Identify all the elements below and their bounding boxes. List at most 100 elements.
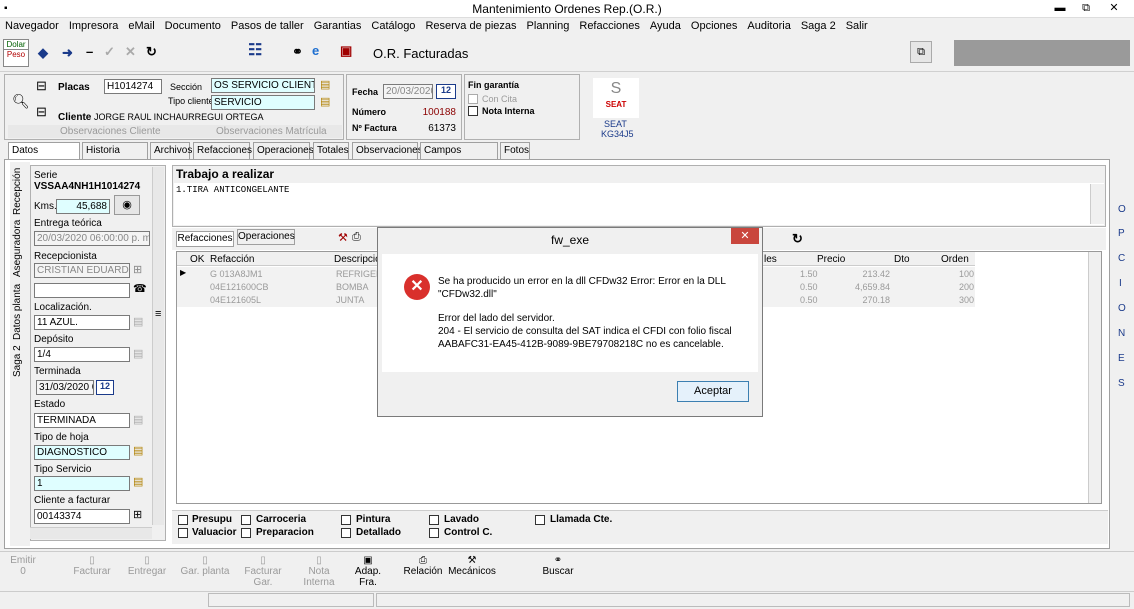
- reception-hscrollbar[interactable]: [30, 527, 152, 539]
- menu-ayuda[interactable]: Ayuda: [645, 18, 686, 35]
- odometer-icon[interactable]: ◉: [114, 195, 140, 215]
- tab-totales[interactable]: Totales: [313, 142, 349, 159]
- phone-field[interactable]: [34, 283, 130, 298]
- col-refaccion[interactable]: Refacción: [210, 254, 254, 265]
- row2-orden[interactable]: 200: [950, 282, 974, 292]
- close-button[interactable]: ✕: [1099, 0, 1129, 17]
- grid-scrollbar[interactable]: [1088, 252, 1101, 503]
- zoom-icon[interactable]: 🔍︎: [12, 93, 30, 110]
- tree-icon[interactable]: ☷: [248, 43, 262, 59]
- row3-qty[interactable]: 0.50: [800, 295, 818, 305]
- estado-lookup-icon[interactable]: ▤: [133, 413, 143, 426]
- tab-archivos[interactable]: Archivos: [150, 142, 192, 159]
- row2-qty[interactable]: 0.50: [800, 282, 818, 292]
- relacion-button[interactable]: ⎙ Relación: [402, 555, 444, 577]
- col-descripcion[interactable]: Descripció: [334, 254, 381, 265]
- fecha-field[interactable]: 20/03/2020: [383, 84, 433, 99]
- placas-field[interactable]: H1014274: [104, 79, 162, 94]
- deposito-lookup-icon[interactable]: ▤: [133, 347, 143, 360]
- cliente-facturar-field[interactable]: 00143374: [34, 509, 130, 524]
- row3-orden[interactable]: 300: [950, 295, 974, 305]
- row1-desc[interactable]: REFRIGER: [336, 269, 383, 279]
- valuacion-checkbox[interactable]: [178, 528, 188, 538]
- next-icon[interactable]: ➜: [62, 46, 73, 60]
- print-icon[interactable]: ⎙: [352, 231, 361, 244]
- seccion-field[interactable]: OS SERVICIO CLIENTE: [211, 78, 315, 93]
- menu-refacciones[interactable]: Refacciones: [574, 18, 645, 35]
- mecanicos-button[interactable]: ⚒ Mecánicos: [447, 555, 497, 577]
- row2-price[interactable]: 4,659.84: [850, 282, 890, 292]
- binoculars-icon[interactable]: ⚭: [292, 45, 303, 59]
- menu-garantias[interactable]: Garantias: [309, 18, 367, 35]
- trabajo-text[interactable]: 1.TIRA ANTICONGELANTE: [174, 183, 1104, 225]
- seccion-lookup-icon[interactable]: ▤: [320, 78, 330, 91]
- kms-field[interactable]: 45,688: [56, 199, 110, 214]
- tab-datos-generales[interactable]: Datos generales: [8, 142, 80, 172]
- row2-ref[interactable]: 04E121600CB: [210, 282, 269, 292]
- copy-icon[interactable]: ⧉: [910, 41, 932, 63]
- menu-auditoria[interactable]: Auditoria: [742, 18, 795, 35]
- tools-icon[interactable]: ⚒: [338, 231, 348, 244]
- menu-documento[interactable]: Documento: [160, 18, 226, 35]
- row1-ref[interactable]: G 013A8JM1: [210, 269, 263, 279]
- accept-button[interactable]: Aceptar: [677, 381, 749, 402]
- localizacion-lookup-icon[interactable]: ▤: [133, 315, 143, 328]
- terminada-calendar-icon[interactable]: 12: [96, 380, 114, 395]
- tipo-hoja-field[interactable]: DIAGNOSTICO: [34, 445, 130, 460]
- menu-lines-icon[interactable]: ≡: [155, 308, 161, 320]
- col-ok[interactable]: OK: [190, 254, 204, 265]
- obs-cliente-button[interactable]: Observaciones Cliente: [60, 126, 161, 137]
- localizacion-field[interactable]: 11 AZUL.: [34, 315, 130, 330]
- menu-planning[interactable]: Planning: [522, 18, 575, 35]
- col-cantidades[interactable]: les: [764, 254, 777, 265]
- terminada-field[interactable]: 31/03/2020 0: [36, 380, 94, 395]
- minus-icon[interactable]: –: [86, 45, 93, 59]
- control-checkbox[interactable]: [429, 528, 439, 538]
- side-tab-datos-planta[interactable]: Datos planta: [12, 284, 23, 340]
- subtab-refacciones[interactable]: Refacciones: [176, 231, 234, 247]
- cliente-facturar-lookup-icon[interactable]: ⊞: [133, 508, 142, 521]
- obs-matricula-button[interactable]: Observaciones Matrícula: [216, 126, 327, 137]
- minimize-button[interactable]: ▬: [1047, 0, 1073, 17]
- deposito-field[interactable]: 1/4: [34, 347, 130, 362]
- tipo-cliente-lookup-icon[interactable]: ▤: [320, 95, 330, 108]
- reception-scrollbar[interactable]: [152, 167, 164, 525]
- preparacion-checkbox[interactable]: [241, 528, 251, 538]
- row3-price[interactable]: 270.18: [850, 295, 890, 305]
- nota-interna-checkbox[interactable]: [468, 106, 478, 116]
- tab-refacciones[interactable]: Refacciones: [193, 142, 252, 159]
- tab-operaciones[interactable]: Operaciones: [253, 142, 314, 159]
- tab-campos-variables[interactable]: Campos variables: [420, 142, 498, 172]
- tipo-cliente-field[interactable]: SERVICIO: [211, 95, 315, 110]
- menu-catalogo[interactable]: Catálogo: [366, 18, 420, 35]
- menu-salir[interactable]: Salir: [841, 18, 873, 35]
- recepcionista-field[interactable]: CRISTIAN EDUARDO: [34, 263, 130, 278]
- menu-saga2[interactable]: Saga 2: [796, 18, 841, 35]
- prev-icon[interactable]: ◆: [38, 46, 48, 60]
- side-tab-recepcion[interactable]: Recepción: [12, 168, 23, 215]
- menu-reserva-piezas[interactable]: Reserva de piezas: [420, 18, 521, 35]
- row3-desc[interactable]: JUNTA: [336, 295, 364, 305]
- dialog-close-button[interactable]: ✕: [731, 228, 759, 244]
- phone-icon[interactable]: ☎: [133, 282, 147, 295]
- detallado-checkbox[interactable]: [341, 528, 351, 538]
- tab-observaciones[interactable]: Observaciones: [352, 142, 423, 159]
- tab-fotos[interactable]: Fotos: [500, 142, 530, 159]
- grid-refresh-icon[interactable]: ↻: [792, 232, 803, 246]
- row1-qty[interactable]: 1.50: [800, 269, 818, 279]
- subtab-operaciones[interactable]: Operaciones: [237, 229, 295, 245]
- row3-ref[interactable]: 04E121605L: [210, 295, 261, 305]
- refresh-icon[interactable]: ↻: [146, 45, 157, 59]
- col-precio[interactable]: Precio: [817, 254, 845, 265]
- tipo-servicio-field[interactable]: 1: [34, 476, 130, 491]
- trabajo-scrollbar[interactable]: [1090, 184, 1104, 224]
- browser-icon[interactable]: e: [312, 44, 319, 58]
- tab-historia-placas[interactable]: Historia placas: [82, 142, 148, 172]
- entrega-field[interactable]: 20/03/2020 06:00:00 p. m: [34, 231, 150, 246]
- recepcionista-lookup-icon[interactable]: ⊞: [133, 263, 142, 276]
- row1-orden[interactable]: 100: [950, 269, 974, 279]
- menu-pasos-taller[interactable]: Pasos de taller: [226, 18, 309, 35]
- col-orden[interactable]: Orden: [941, 254, 969, 265]
- pintura-checkbox[interactable]: [341, 515, 351, 525]
- maximize-button[interactable]: ⧉: [1073, 0, 1099, 17]
